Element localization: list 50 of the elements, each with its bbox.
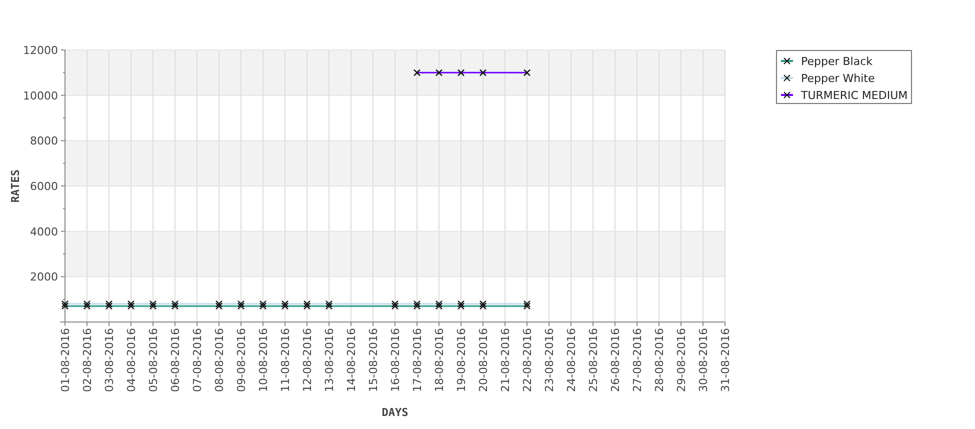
axis-tick-label: 18-08-2016 — [433, 328, 446, 392]
axis-tick-label: 01-08-2016 — [59, 328, 72, 392]
axis-tick-label: 06-08-2016 — [169, 328, 182, 392]
axis-tick-label: 16-08-2016 — [389, 328, 402, 392]
axis-tick-label: 25-08-2016 — [587, 328, 600, 392]
axis-tick-label: 22-08-2016 — [521, 328, 534, 392]
axis-tick-label: 26-08-2016 — [609, 328, 622, 392]
data-point — [413, 69, 421, 76]
data-point — [523, 69, 531, 76]
axis-tick-label: 04-08-2016 — [125, 328, 138, 392]
axis-tick-label: 19-08-2016 — [455, 328, 468, 392]
axis-tick-label: 13-08-2016 — [323, 328, 336, 392]
axis-tick-label: 27-08-2016 — [631, 328, 644, 392]
axis-tick-label: 09-08-2016 — [235, 328, 248, 392]
data-point — [435, 69, 443, 76]
legend-label: TURMERIC MEDIUM — [801, 89, 908, 102]
axis-tick-label: 11-08-2016 — [279, 328, 292, 392]
axis-tick-label: 05-08-2016 — [147, 328, 160, 392]
axis-tick-label: 21-08-2016 — [499, 328, 512, 392]
axis-tick-label: 03-08-2016 — [103, 328, 116, 392]
axis-tick-label: 12-08-2016 — [301, 328, 314, 392]
axis-tick-label: 28-08-2016 — [653, 328, 666, 392]
axis-tick-label: 10000 — [23, 89, 58, 102]
axis-tick-label: 31-08-2016 — [719, 328, 732, 392]
axis-tick-label: 23-08-2016 — [543, 328, 556, 392]
legend-marker-icon — [781, 74, 793, 82]
axis-tick-label: 02-08-2016 — [81, 328, 94, 392]
axis-tick-label: 30-08-2016 — [697, 328, 710, 392]
axis-tick-label: 10-08-2016 — [257, 328, 270, 392]
data-point — [479, 69, 487, 76]
axis-tick-label: 6000 — [30, 180, 58, 193]
axis-tick-label: 2000 — [30, 270, 58, 284]
axis-tick-label: 14-08-2016 — [345, 328, 358, 392]
axis-title: DAYS — [382, 406, 408, 419]
axis-title: RATES — [9, 169, 22, 203]
axis-tick-label: 08-08-2016 — [213, 328, 226, 392]
axis-tick-label: 29-08-2016 — [675, 328, 688, 392]
data-point — [457, 69, 465, 76]
axis-tick-label: 8000 — [30, 134, 58, 148]
legend-marker-icon — [781, 58, 793, 64]
axis-tick-label: 20-08-2016 — [477, 328, 490, 392]
legend-label: Pepper Black — [801, 55, 873, 68]
axis-tick-label: 4000 — [30, 225, 58, 238]
axis-tick-label: 17-08-2016 — [411, 328, 424, 392]
legend-label: Pepper White — [801, 72, 875, 85]
axis-tick-label: 12000 — [23, 44, 58, 57]
axis-tick-label: 24-08-2016 — [565, 328, 578, 392]
legend-marker-icon — [781, 92, 793, 98]
axis-tick-label: 07-08-2016 — [191, 328, 204, 392]
axis-tick-label: 15-08-2016 — [367, 328, 380, 392]
